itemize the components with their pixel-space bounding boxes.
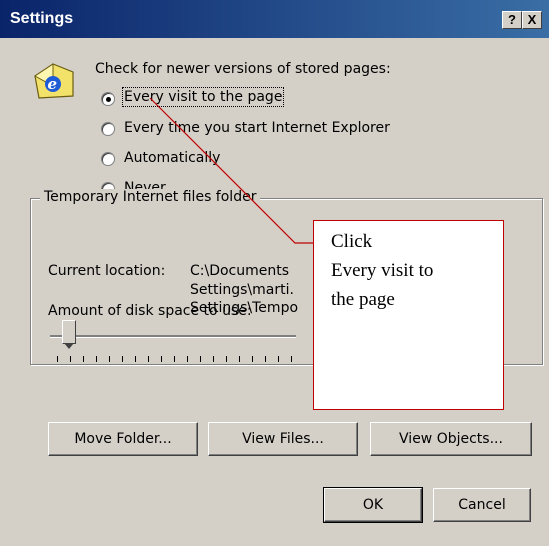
callout-line-1: Click [331, 231, 373, 252]
title-bar: Settings ? X [0, 0, 549, 38]
disk-space-slider-thumb[interactable] [62, 320, 77, 349]
svg-text:e: e [48, 75, 58, 93]
move-folder-button[interactable]: Move Folder... [48, 422, 198, 456]
help-button[interactable]: ? [502, 11, 522, 29]
view-files-button[interactable]: View Files... [208, 422, 358, 456]
callout-line-3: the page [331, 289, 395, 310]
cancel-button[interactable]: Cancel [433, 488, 531, 522]
radio-every-visit[interactable] [101, 92, 115, 106]
callout-line-2: Every visit to [331, 260, 434, 281]
close-button[interactable]: X [522, 11, 542, 29]
radio-every-start[interactable] [101, 122, 115, 136]
radio-label-every-visit[interactable]: Every visit to the page [121, 87, 285, 107]
current-location-label: Current location: [48, 263, 166, 279]
temp-files-group-label: Temporary Internet files folder [40, 189, 261, 205]
internet-explorer-folder-icon: e [34, 63, 74, 99]
ok-button[interactable]: OK [324, 488, 422, 522]
disk-space-label: Amount of disk space to use: [48, 303, 252, 319]
slider-ticks [57, 356, 297, 362]
view-objects-button[interactable]: View Objects... [370, 422, 532, 456]
path-line-2: Settings\marti. [190, 282, 294, 298]
radio-label-automatically[interactable]: Automatically [124, 150, 220, 166]
radio-automatically[interactable] [101, 152, 115, 166]
path-line-1: C:\Documents [190, 263, 290, 279]
window-title: Settings [10, 10, 74, 27]
radio-label-every-start[interactable]: Every time you start Internet Explorer [124, 120, 390, 136]
annotation-callout: Click Every visit to the page [313, 220, 504, 410]
check-heading: Check for newer versions of stored pages… [95, 61, 391, 77]
disk-space-slider-track[interactable] [50, 335, 296, 338]
